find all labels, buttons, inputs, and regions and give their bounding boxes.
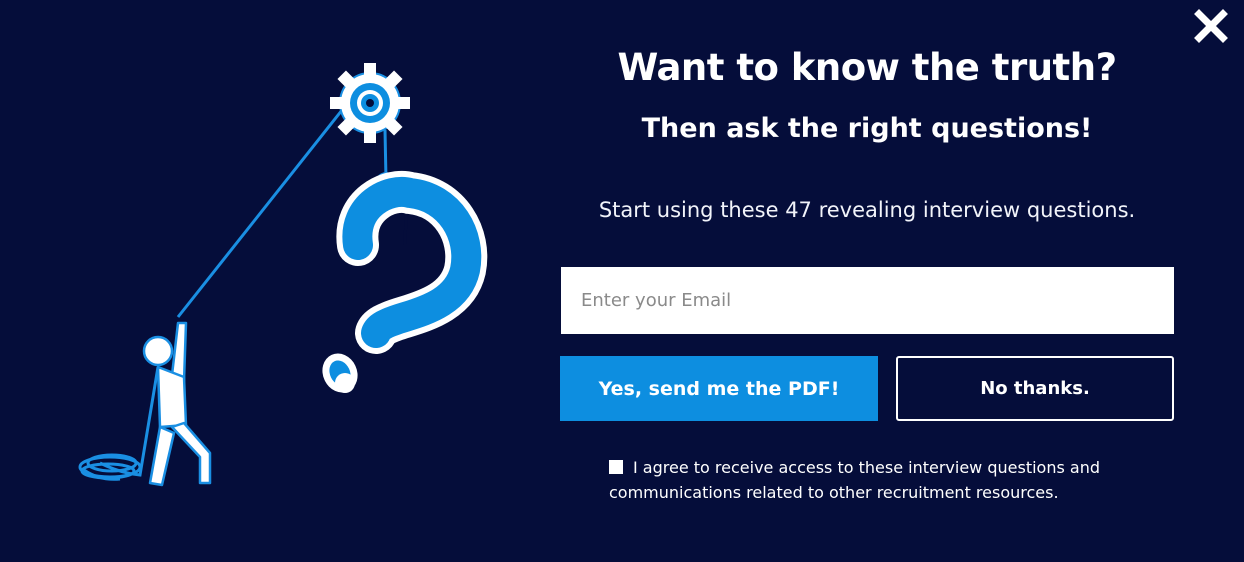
consent-row: I agree to receive access to these inter… <box>609 455 1169 505</box>
close-icon <box>1194 9 1228 43</box>
description: Start using these 47 revealing interview… <box>598 198 1136 222</box>
email-input[interactable] <box>561 267 1174 334</box>
question-mark-pulley-illustration <box>78 63 488 487</box>
send-pdf-button[interactable]: Yes, send me the PDF! <box>560 356 878 421</box>
close-button[interactable] <box>1193 8 1229 44</box>
person-figure <box>142 321 212 487</box>
gear-icon <box>330 63 410 143</box>
consent-label: I agree to receive access to these inter… <box>609 458 1100 502</box>
question-mark-icon <box>322 170 488 393</box>
consent-checkbox[interactable] <box>609 460 623 474</box>
no-thanks-button[interactable]: No thanks. <box>896 356 1174 421</box>
rope-coil <box>78 366 160 481</box>
headline: Want to know the truth? <box>617 46 1117 89</box>
subheadline: Then ask the right questions! <box>641 113 1093 144</box>
